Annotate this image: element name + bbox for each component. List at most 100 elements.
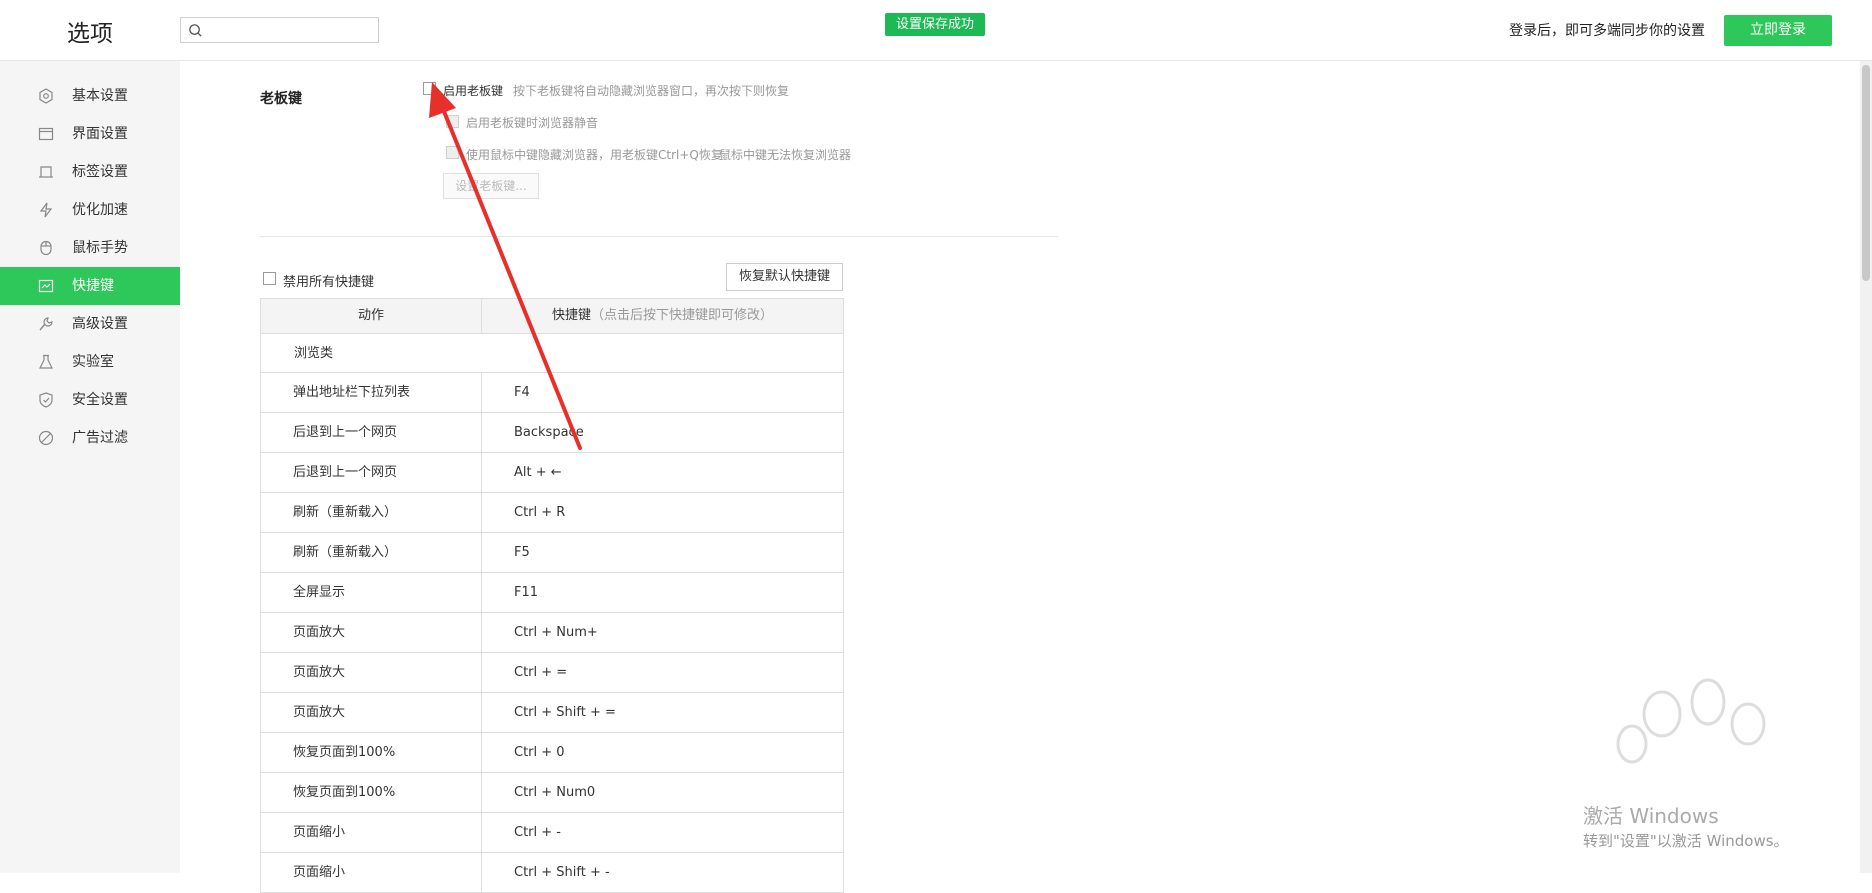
table-row: 弹出地址栏下拉列表 F4 [261,373,844,413]
table-group-browse: 浏览类 [261,334,844,373]
sidebar-item-label: 安全设置 [72,392,128,408]
sidebar-item-shortcuts[interactable]: 快捷键 [0,267,180,305]
sidebar-item-security[interactable]: 安全设置 [0,381,180,419]
windows-activation-title: 激活 Windows [1583,804,1719,828]
action-cell: 页面放大 [261,613,482,652]
shortcut-cell[interactable]: Ctrl + Num+ [482,613,844,652]
sidebar-item-basic[interactable]: 基本设置 [0,77,180,115]
table-header: 动作 快捷键（点击后按下快捷键即可修改） [261,298,844,334]
sidebar-item-adblock[interactable]: 广告过滤 [0,419,180,457]
mute-on-boss-key-label: 启用老板键时浏览器静音 [466,116,599,130]
sidebar-item-ui[interactable]: 界面设置 [0,115,180,153]
sidebar-item-optimize[interactable]: 优化加速 [0,191,180,229]
shortcuts-table: 动作 快捷键（点击后按下快捷键即可修改） 浏览类 弹出地址栏下拉列表 F4 后退到… [260,298,844,893]
table-row: 页面放大 Ctrl + Shift + = [261,693,844,733]
action-cell: 页面缩小 [261,813,482,852]
sidebar-item-label: 高级设置 [72,316,128,332]
enable-boss-key-desc: 按下老板键将自动隐藏浏览器窗口，再次按下则恢复 [513,84,790,98]
sidebar-item-label: 广告过滤 [72,430,128,446]
middle-click-hide-checkbox[interactable] [446,146,459,159]
table-row: 页面缩小 Ctrl + Shift + - [261,853,844,893]
sidebar-item-label: 实验室 [72,354,114,370]
shortcut-cell[interactable]: Ctrl + R [482,493,844,532]
shortcut-cell[interactable]: Ctrl + Num0 [482,773,844,812]
action-cell: 页面放大 [261,693,482,732]
search-icon [189,24,202,37]
search-input[interactable] [180,17,379,43]
login-hint: 登录后，即可多端同步你的设置 [1509,23,1705,39]
sidebar-item-mouse-gesture[interactable]: 鼠标手势 [0,229,180,267]
sidebar-item-label: 优化加速 [72,202,128,218]
sidebar-item-label: 快捷键 [72,278,114,294]
sidebar-item-label: 鼠标手势 [72,240,128,256]
table-row: 刷新（重新载入） F5 [261,533,844,573]
login-button[interactable]: 立即登录 [1724,15,1832,46]
table-row: 恢复页面到100% Ctrl + Num0 [261,773,844,813]
action-cell: 全屏显示 [261,573,482,612]
set-boss-key-button[interactable]: 设置老板键... [443,173,539,199]
table-row: 页面放大 Ctrl + Num+ [261,613,844,653]
column-header-action: 动作 [261,299,482,333]
save-success-toast: 设置保存成功 [885,13,986,36]
scrollbar-thumb[interactable] [1862,65,1870,281]
shortcut-cell[interactable]: Ctrl + 0 [482,733,844,772]
column-header-shortcut: 快捷键（点击后按下快捷键即可修改） [482,299,844,333]
shortcut-cell[interactable]: Ctrl + - [482,813,844,852]
shortcut-cell[interactable]: F5 [482,533,844,572]
sidebar: 基本设置 界面设置 标签设置 优化加速 鼠标手势 快捷键 高级设置 实验室 安全… [0,61,180,873]
shield-icon [39,392,53,408]
gear-icon [39,88,53,104]
column-header-shortcut-label: 快捷键 [551,308,591,323]
mouse-icon [40,240,52,256]
boss-key-section-label: 老板键 [260,91,302,107]
middle-click-hide-label: 使用鼠标中键隐藏浏览器，用老板键Ctrl+Q恢复 [466,148,723,162]
disable-all-shortcuts-checkbox[interactable] [263,272,276,285]
shortcut-cell[interactable]: Backspace [482,413,844,452]
action-cell: 恢复页面到100% [261,733,482,772]
sidebar-item-label: 界面设置 [72,126,128,142]
table-row: 恢复页面到100% Ctrl + 0 [261,733,844,773]
block-icon [38,430,54,446]
windows-activation-subtitle: 转到"设置"以激活 Windows。 [1583,832,1789,850]
mute-on-boss-key-checkbox[interactable] [446,115,459,128]
table-row: 页面缩小 Ctrl + - [261,813,844,853]
disable-all-shortcuts-label: 禁用所有快捷键 [283,275,375,290]
table-row: 刷新（重新载入） Ctrl + R [261,493,844,533]
action-cell: 刷新（重新载入） [261,533,482,572]
enable-boss-key-checkbox[interactable] [423,82,436,95]
tab-icon [39,166,53,178]
shortcut-cell[interactable]: Ctrl + = [482,653,844,692]
shortcut-cell[interactable]: Alt + ← [482,453,844,492]
table-row: 全屏显示 F11 [261,573,844,613]
sidebar-item-label: 标签设置 [72,164,128,180]
enable-boss-key-label: 启用老板键 [443,84,504,98]
top-bar: 选项 设置保存成功 登录后，即可多端同步你的设置 立即登录 [0,0,1872,61]
window-icon [38,127,54,141]
page-title: 选项 [67,21,113,47]
flask-icon [39,354,53,369]
table-row: 后退到上一个网页 Alt + ← [261,453,844,493]
page-scrollbar[interactable] [1860,61,1872,873]
shortcut-cell[interactable]: F11 [482,573,844,612]
action-cell: 后退到上一个网页 [261,453,482,492]
action-cell: 刷新（重新载入） [261,493,482,532]
sidebar-item-lab[interactable]: 实验室 [0,343,180,381]
column-header-shortcut-hint: （点击后按下快捷键即可修改） [591,308,774,323]
section-divider [260,236,1058,237]
action-cell: 恢复页面到100% [261,773,482,812]
middle-click-note: 鼠标中键无法恢复浏览器 [719,148,852,162]
restore-default-shortcuts-button[interactable]: 恢复默认快捷键 [726,263,843,291]
shortcut-cell[interactable]: Ctrl + Shift + = [482,693,844,732]
lightning-icon [39,202,53,218]
table-row: 后退到上一个网页 Backspace [261,413,844,453]
wrench-icon [39,317,53,331]
action-cell: 页面放大 [261,653,482,692]
action-cell: 后退到上一个网页 [261,413,482,452]
sidebar-item-advanced[interactable]: 高级设置 [0,305,180,343]
table-row: 页面放大 Ctrl + = [261,653,844,693]
sidebar-item-tabs[interactable]: 标签设置 [0,153,180,191]
keyboard-icon [38,279,54,293]
sidebar-item-label: 基本设置 [72,88,128,104]
shortcut-cell[interactable]: F4 [482,373,844,412]
action-cell: 弹出地址栏下拉列表 [261,373,482,412]
